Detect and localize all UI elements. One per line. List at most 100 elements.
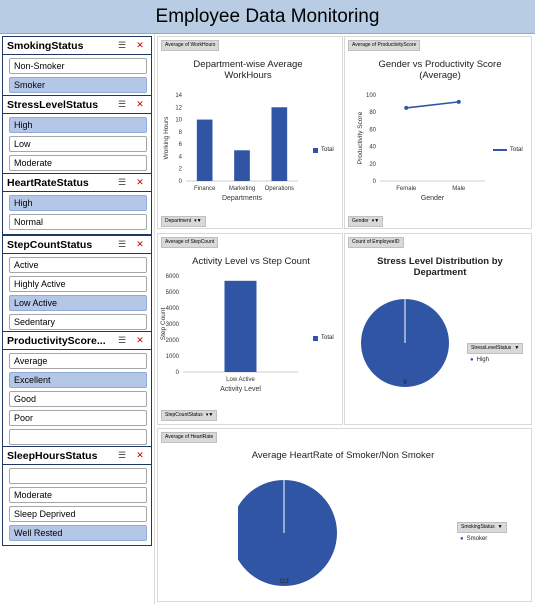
clear-filter-icon[interactable]: ✕ — [133, 40, 147, 52]
y-axis-title: Step Count — [160, 308, 167, 341]
clear-filter-icon[interactable]: ✕ — [133, 239, 147, 251]
legend-bullet-icon: ● — [460, 536, 464, 542]
slicer-item[interactable]: Moderate — [9, 487, 147, 503]
y-tick-label: 10 — [175, 118, 182, 124]
legend-line-swatch — [493, 149, 507, 151]
y-tick-label: 6 — [179, 142, 183, 148]
bar — [196, 119, 213, 181]
productivity-chart-panel[interactable]: Average of ProductivityScore Gender vs P… — [344, 36, 532, 229]
bar — [224, 280, 257, 372]
multi-select-icon[interactable]: ☰ — [115, 99, 129, 111]
filter-label: StressLevelStatus — [471, 345, 512, 351]
slicer-padding — [3, 541, 151, 545]
clear-filter-icon[interactable]: ✕ — [133, 335, 147, 347]
legend-label: Total — [321, 147, 334, 153]
slicer-item[interactable]: Poor — [9, 410, 147, 426]
slicer-item[interactable]: Sleep Deprived — [9, 506, 147, 522]
chart-legend: ● High — [470, 357, 489, 363]
pie-slice — [238, 480, 337, 586]
x-axis-title: Activity Level — [220, 386, 261, 393]
dropdown-filter-icon: ▾▼ — [194, 218, 202, 224]
slicer-productivityscore: ProductivityScore... ☰ ✕ Average Excellent Go… — [2, 331, 152, 450]
filter-label: Department — [165, 218, 192, 224]
chart-title: Activity Level vs Step Count — [192, 256, 310, 267]
clear-filter-icon[interactable]: ✕ — [133, 99, 147, 111]
legend-bullet-icon: ● — [470, 357, 474, 363]
slicer-header: SmokingStatus ☰ ✕ — [3, 37, 151, 55]
y-tick-label: 8 — [179, 130, 183, 136]
slicer-item[interactable]: Non-Smoker — [9, 58, 147, 74]
stepcount-filter-button[interactable]: StepCountStatus ▾▼ — [161, 410, 218, 421]
y-tick-label: 0 — [176, 370, 180, 376]
slicer-header: StepCountStatus ☰ ✕ — [3, 236, 151, 254]
stepcount-bar-chart: 0 1000 2000 3000 4000 5000 6000 Low Active Activ… — [160, 274, 298, 393]
slicer-item[interactable]: Average — [9, 353, 147, 369]
slicer-title: SmokingStatus — [7, 39, 84, 52]
y-tick-label: 5000 — [166, 290, 180, 296]
multi-select-icon[interactable]: ☰ — [115, 335, 129, 347]
data-point — [404, 105, 409, 110]
heartrate-pie-chart: 113 — [238, 480, 337, 586]
slicer-item[interactable] — [9, 468, 147, 484]
slicer-sleephoursstatus: SleepHoursStatus ☰ ✕ Moderate Sleep Deprived… — [2, 446, 152, 546]
field-tag[interactable]: Average of HeartRate — [161, 432, 218, 443]
slicer-header: ProductivityScore... ☰ ✕ — [3, 332, 151, 350]
multi-select-icon[interactable]: ☰ — [115, 177, 129, 189]
slicer-item[interactable]: Active — [9, 257, 147, 273]
filter-label: Gender — [352, 218, 369, 224]
stress-pie-chart: 9 — [361, 299, 449, 387]
field-tag[interactable]: Average of ProductivityScore — [348, 40, 421, 51]
slicer-item[interactable]: Normal — [9, 214, 147, 230]
clear-filter-icon[interactable]: ✕ — [133, 450, 147, 462]
x-tick-label: Female — [396, 186, 417, 192]
slicer-item[interactable]: Excellent — [9, 372, 147, 388]
field-tag[interactable]: Average of WorkHours — [161, 40, 220, 51]
page-title: Employee Data Monitoring — [155, 6, 380, 27]
slicer-header: SleepHoursStatus ☰ ✕ — [3, 447, 151, 465]
multi-select-icon[interactable]: ☰ — [115, 40, 129, 52]
chart-title: Gender vs Productivity Score (Average) — [378, 59, 502, 81]
y-tick-label: 1000 — [166, 354, 180, 360]
filter-label: SmokingStatus — [461, 524, 495, 530]
workhours-chart-panel[interactable]: Average of WorkHours Department-wise Ave… — [157, 36, 343, 229]
slicer-item[interactable]: Low Active — [9, 295, 147, 311]
gender-filter-button[interactable]: Gender ▾▼ — [348, 216, 384, 227]
y-tick-label: 60 — [369, 127, 376, 133]
slicer-item[interactable]: Well Rested — [9, 525, 147, 541]
slicer-item[interactable]: High — [9, 117, 147, 133]
slicer-smokingstatus: SmokingStatus ☰ ✕ Non-Smoker Smoker — [2, 36, 152, 98]
department-filter-button[interactable]: Department ▾▼ — [161, 216, 206, 227]
y-tick-label: 4 — [179, 154, 183, 160]
multi-select-icon[interactable]: ☰ — [115, 450, 129, 462]
slicer-title: ProductivityScore... — [7, 334, 106, 347]
slicer-heartratestatus: HeartRateStatus ☰ ✕ High Normal — [2, 173, 152, 235]
smoking-legend-filter-button[interactable]: SmokingStatus ▼ — [457, 522, 507, 533]
legend-swatch — [313, 335, 318, 341]
legend-label: Total — [321, 335, 334, 341]
stress-legend-filter-button[interactable]: StressLevelStatus ▼ — [467, 343, 524, 354]
slicer-item[interactable]: High — [9, 195, 147, 211]
slicer-item[interactable]: Highly Active — [9, 276, 147, 292]
multi-select-icon[interactable]: ☰ — [115, 239, 129, 251]
slicer-item[interactable]: Moderate — [9, 155, 147, 171]
slicer-title: HeartRateStatus — [7, 176, 89, 189]
bar — [234, 150, 250, 181]
bar — [271, 107, 288, 181]
slicer-item[interactable]: Smoker — [9, 77, 147, 93]
stress-chart-panel[interactable]: Count of EmployeeID Stress Level Distrib… — [344, 233, 532, 425]
slicer-item[interactable]: Good — [9, 391, 147, 407]
y-tick-label: 2000 — [166, 338, 180, 344]
slicer-item[interactable] — [9, 429, 147, 445]
chart-title: Department-wise Average WorkHours — [193, 59, 303, 81]
slicer-header: HeartRateStatus ☰ ✕ — [3, 174, 151, 192]
slicer-item[interactable]: Sedentary — [9, 314, 147, 330]
legend-swatch — [313, 147, 318, 153]
y-tick-label: 0 — [373, 179, 377, 185]
slicer-title: SleepHoursStatus — [7, 449, 98, 462]
stepcount-chart-panel[interactable]: Average of StepCount Activity Level vs S… — [157, 233, 343, 425]
slicer-item[interactable]: Low — [9, 136, 147, 152]
field-tag[interactable]: Count of EmployeeID — [348, 237, 404, 248]
field-tag[interactable]: Average of StepCount — [161, 237, 219, 248]
heartrate-chart-panel[interactable]: Average of HeartRate Average HeartRate o… — [157, 428, 532, 602]
clear-filter-icon[interactable]: ✕ — [133, 177, 147, 189]
